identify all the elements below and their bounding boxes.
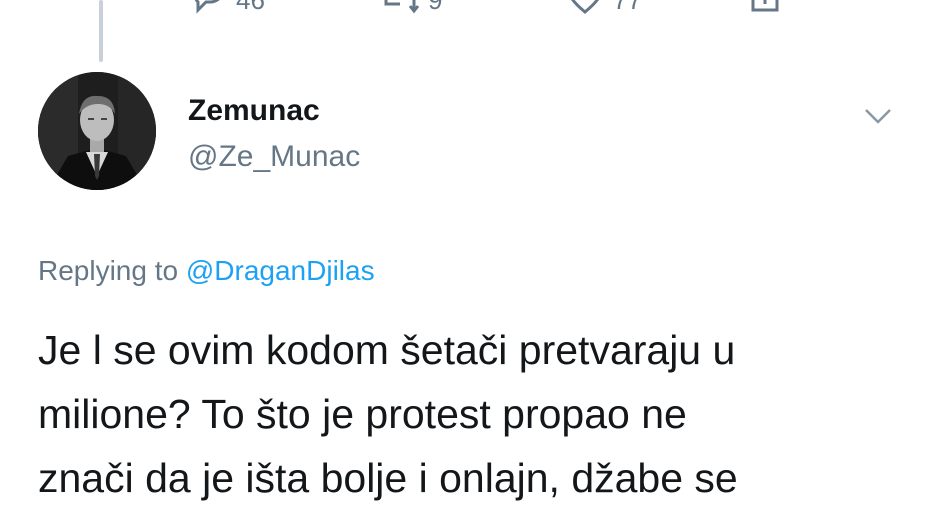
retweet-button[interactable]: 9 [380, 0, 442, 23]
like-count: 77 [613, 0, 642, 15]
retweet-icon [380, 0, 420, 23]
like-button[interactable]: 77 [565, 0, 642, 23]
reply-button[interactable]: 46 [188, 0, 265, 23]
avatar[interactable] [38, 72, 156, 190]
replying-to-mention[interactable]: @DraganDjilas [186, 255, 375, 286]
heart-icon [565, 0, 605, 23]
tweet-text-line: Je l se ovim kodom šetači pretvaraju u [38, 327, 736, 373]
replying-to-prefix: Replying to [38, 255, 179, 286]
reply-icon [188, 0, 228, 23]
tweet-text: Je l se ovim kodom šetači pretvaraju u m… [38, 318, 918, 510]
chevron-down-icon [860, 109, 896, 132]
replying-to-line: Replying to @DraganDjilas [38, 255, 375, 287]
share-button[interactable] [745, 0, 785, 23]
tweet-text-line: milione? To što je protest propao ne [38, 391, 687, 437]
retweet-count: 9 [428, 0, 443, 15]
tweet-menu-button[interactable] [860, 104, 896, 128]
reply-count: 46 [236, 0, 265, 15]
tweet-detail-view: 46 9 77 Zemunac @Ze_Munac Replying to @D… [0, 0, 930, 525]
share-icon [745, 0, 785, 23]
tweet-text-line: znači da je išta bolje i onlajn, džabe s… [38, 455, 738, 501]
author-display-name[interactable]: Zemunac [188, 94, 320, 128]
author-handle[interactable]: @Ze_Munac [188, 140, 360, 174]
previous-tweet-action-bar: 46 9 77 [0, 0, 930, 18]
